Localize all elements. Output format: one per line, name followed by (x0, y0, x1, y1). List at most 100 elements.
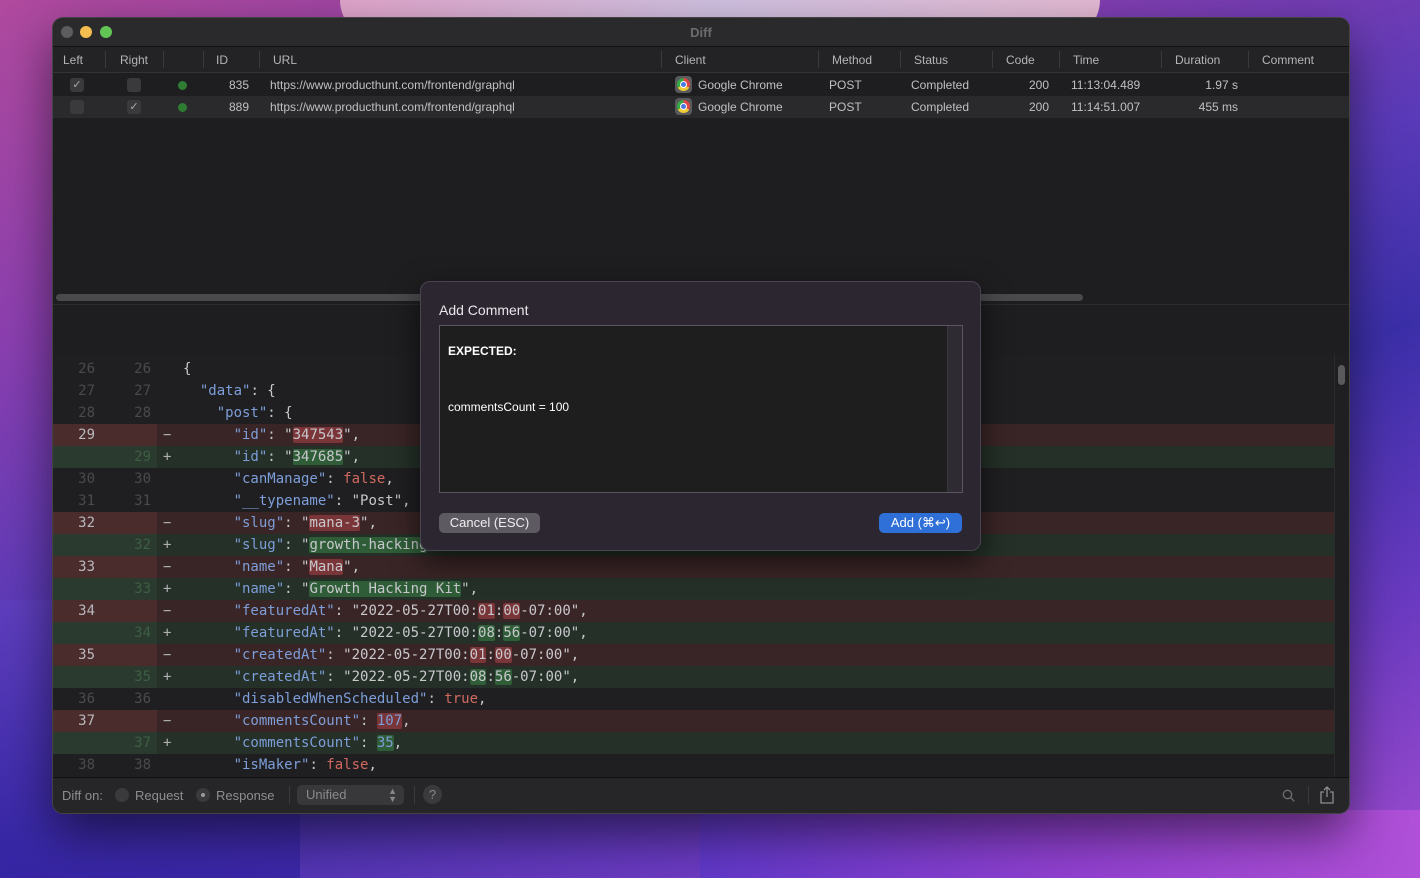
comment-textarea[interactable]: EXPECTED: commentsCount = 100 (439, 325, 963, 493)
left-line-number: 29 (78, 427, 95, 443)
code-token: : " (284, 559, 310, 575)
code-token: : " (284, 537, 310, 553)
cancel-button[interactable]: Cancel (ESC) (439, 513, 540, 533)
column-header-id[interactable]: ID (216, 53, 228, 67)
line-number-gutter: 28 28 (53, 402, 157, 424)
line-number-gutter: 36 36 (53, 688, 157, 710)
textarea-scrollbar[interactable] (947, 326, 962, 492)
column-divider[interactable] (259, 51, 260, 68)
help-button[interactable]: ? (423, 785, 442, 804)
column-header-client[interactable]: Client (675, 53, 706, 67)
diff-mode-select[interactable]: Unified ▲ ▼ (297, 785, 404, 805)
request-radio-label[interactable]: Request (135, 788, 183, 803)
share-icon[interactable] (1319, 786, 1335, 804)
left-checkbox[interactable]: ✓ (70, 78, 84, 92)
column-divider[interactable] (661, 51, 662, 68)
column-header-left[interactable]: Left (63, 53, 83, 67)
right-line-number: 27 (134, 383, 151, 399)
right-line-number: 35 (134, 669, 151, 685)
code-token: ", (343, 449, 361, 465)
column-divider[interactable] (818, 51, 819, 68)
table-row[interactable]: ✓ 835 https://www.producthunt.com/fronte… (53, 74, 1349, 96)
column-divider[interactable] (992, 51, 993, 68)
vertical-scrollbar-thumb[interactable] (1338, 365, 1345, 385)
response-code: 200 (1028, 78, 1049, 92)
line-number-gutter: 35 (53, 644, 157, 666)
request-radio[interactable] (115, 788, 129, 802)
code-token: : "2022-05-27T00: (326, 669, 470, 685)
code-text: "slug": "mana-3", (183, 515, 377, 531)
removed-token: 347543 (292, 427, 344, 443)
code-token: "commentsCount" (233, 713, 361, 729)
left-checkbox[interactable] (70, 100, 84, 114)
column-header-comment[interactable]: Comment (1262, 53, 1314, 67)
right-checkbox[interactable]: ✓ (127, 100, 141, 114)
line-number-gutter: 29 (53, 446, 157, 468)
line-number-gutter: 32 (53, 534, 157, 556)
column-divider[interactable] (163, 51, 164, 68)
code-token: "disabledWhenScheduled" (233, 691, 428, 707)
code-token: : " (267, 449, 293, 465)
add-comment-dialog: Add Comment EXPECTED: commentsCount = 10… (420, 281, 981, 551)
code-token: : " (284, 515, 310, 531)
column-header-code[interactable]: Code (1006, 53, 1035, 67)
response-radio[interactable] (196, 788, 210, 802)
code-token: : " (284, 581, 310, 597)
status-dot-icon (178, 81, 187, 90)
search-icon[interactable] (1282, 789, 1295, 802)
code-token: ", (343, 427, 361, 443)
removed-token: Mana (309, 559, 344, 575)
column-header-method[interactable]: Method (832, 53, 872, 67)
diff-line-context: 36 36 "disabledWhenScheduled": true, (53, 688, 1334, 710)
response-radio-label[interactable]: Response (216, 788, 275, 803)
right-checkbox[interactable] (127, 78, 141, 92)
code-text: "data": { (183, 383, 276, 399)
diff-on-label: Diff on: (62, 788, 103, 803)
column-header-right[interactable]: Right (120, 53, 148, 67)
column-header-status[interactable]: Status (914, 53, 948, 67)
line-number-gutter: 27 27 (53, 380, 157, 402)
table-row[interactable]: ✓ 889 https://www.producthunt.com/fronte… (53, 96, 1349, 118)
request-method: POST (829, 100, 862, 114)
column-divider[interactable] (1161, 51, 1162, 68)
column-divider[interactable] (900, 51, 901, 68)
code-token: : (360, 713, 377, 729)
left-line-number: 38 (78, 757, 95, 773)
request-id: 835 (228, 78, 249, 92)
column-divider[interactable] (1248, 51, 1249, 68)
line-number-gutter: 37 (53, 732, 157, 754)
checkmark-icon: ✓ (72, 79, 82, 91)
window-title: Diff (690, 25, 712, 40)
code-token: : { (267, 405, 293, 421)
code-text: "canManage": false, (183, 471, 394, 487)
column-divider[interactable] (105, 51, 106, 68)
code-token: : (309, 757, 327, 773)
added-token: 56 (494, 669, 512, 685)
wallpaper-shape (700, 810, 1420, 878)
code-text: "id": "347685", (183, 449, 360, 465)
diff-line-removed: 33 − "name": "Mana", (53, 556, 1334, 578)
right-line-number: 29 (134, 449, 151, 465)
diff-line-removed: 34 − "featuredAt": "2022-05-27T00:01:00-0… (53, 600, 1334, 622)
right-line-number: 38 (134, 757, 151, 773)
code-token: : "Post", (334, 493, 411, 509)
column-header-url[interactable]: URL (273, 53, 297, 67)
added-token: 08 (469, 669, 487, 685)
request-time: 11:14:51.007 (1071, 100, 1141, 114)
vertical-scrollbar[interactable] (1334, 355, 1349, 777)
add-button[interactable]: Add (⌘↩) (879, 513, 962, 533)
diff-line-removed: 37 − "commentsCount": 107, (53, 710, 1334, 732)
column-divider[interactable] (1059, 51, 1060, 68)
column-header-time[interactable]: Time (1073, 53, 1099, 67)
plus-icon: + (163, 625, 172, 641)
column-divider[interactable] (203, 51, 204, 68)
minus-icon: − (163, 647, 172, 663)
column-header-duration[interactable]: Duration (1175, 53, 1220, 67)
table-header: Left Right ID URL Client Method Status C… (53, 47, 1349, 73)
code-text: "disabledWhenScheduled": true, (183, 691, 487, 707)
